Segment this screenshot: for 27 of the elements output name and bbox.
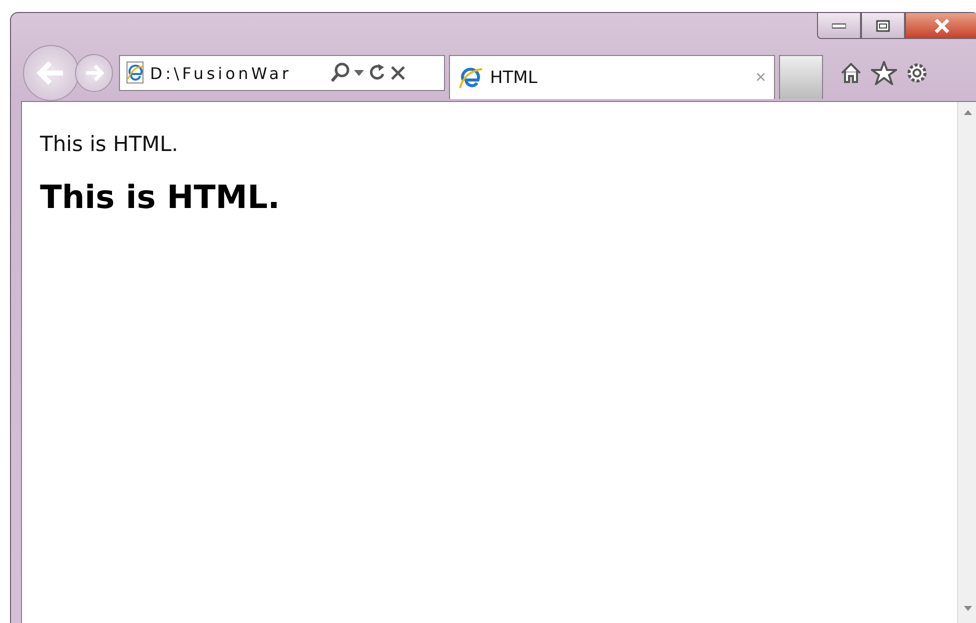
page-icon [124,61,146,85]
maximize-button[interactable] [861,13,905,39]
search-icon[interactable] [330,62,350,84]
heading-text: This is HTML. [40,178,281,216]
star-icon[interactable] [871,61,897,85]
back-arrow-icon [36,60,66,86]
address-text: D:\FusionWar [150,64,292,82]
scroll-down-icon[interactable] [964,606,972,611]
new-tab-button[interactable] [779,55,823,99]
forward-button[interactable] [75,54,113,92]
browser-tab[interactable]: HTML × [449,55,775,99]
tab-title: HTML [490,68,538,88]
scrollbar[interactable] [957,102,976,623]
forward-arrow-icon [84,64,104,82]
minimize-icon [832,22,846,28]
dropdown-caret-icon[interactable] [354,70,364,76]
maximize-icon [876,20,890,32]
minimize-button[interactable] [817,13,861,39]
home-icon[interactable] [839,61,863,85]
browser-logo-icon [458,66,484,90]
paragraph-text: This is HTML. [40,132,180,156]
close-icon [934,18,950,32]
settings-icon[interactable] [905,61,929,85]
close-button[interactable] [905,13,976,39]
stop-icon[interactable] [390,65,406,81]
address-field[interactable]: D:\FusionWar [119,55,445,91]
scroll-up-icon[interactable] [964,110,972,115]
